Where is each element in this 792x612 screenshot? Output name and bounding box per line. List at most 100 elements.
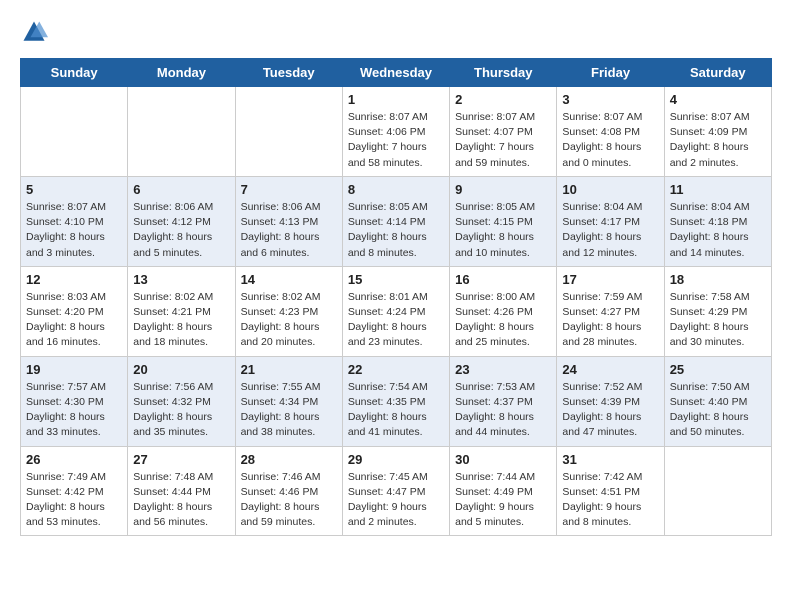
calendar-week-row: 1 Sunrise: 8:07 AM Sunset: 4:06 PM Daylig… (21, 87, 772, 177)
calendar-cell (21, 87, 128, 177)
day-number: 29 (348, 452, 444, 467)
calendar-week-row: 26 Sunrise: 7:49 AM Sunset: 4:42 PM Dayli… (21, 446, 772, 536)
calendar-cell: 15 Sunrise: 8:01 AM Sunset: 4:24 PM Dayli… (342, 266, 449, 356)
calendar-table: SundayMondayTuesdayWednesdayThursdayFrid… (20, 58, 772, 536)
calendar-cell: 31Sunrise: 7:42 AM Sunset: 4:51 PM Dayli… (557, 446, 664, 536)
header (20, 18, 772, 46)
calendar-cell: 25 Sunrise: 7:50 AM Sunset: 4:40 PM Dayli… (664, 356, 771, 446)
day-info: Sunrise: 7:49 AM Sunset: 4:42 PM Dayligh… (26, 470, 122, 531)
day-number: 16 (455, 272, 551, 287)
day-number: 24 (562, 362, 658, 377)
day-number: 3 (562, 92, 658, 107)
calendar-cell: 29 Sunrise: 7:45 AM Sunset: 4:47 PM Dayli… (342, 446, 449, 536)
calendar-cell: 6 Sunrise: 8:06 AM Sunset: 4:12 PM Daylig… (128, 176, 235, 266)
day-info: Sunrise: 8:00 AM Sunset: 4:26 PM Dayligh… (455, 290, 551, 351)
day-number: 9 (455, 182, 551, 197)
day-info: Sunrise: 8:04 AM Sunset: 4:18 PM Dayligh… (670, 200, 766, 261)
day-number: 21 (241, 362, 337, 377)
calendar-cell: 18 Sunrise: 7:58 AM Sunset: 4:29 PM Dayli… (664, 266, 771, 356)
calendar-cell: 20 Sunrise: 7:56 AM Sunset: 4:32 PM Dayli… (128, 356, 235, 446)
calendar-cell: 28Sunrise: 7:46 AM Sunset: 4:46 PM Dayli… (235, 446, 342, 536)
calendar-cell: 24 Sunrise: 7:52 AM Sunset: 4:39 PM Dayli… (557, 356, 664, 446)
day-number: 6 (133, 182, 229, 197)
calendar-cell: 2 Sunrise: 8:07 AM Sunset: 4:07 PM Daylig… (450, 87, 557, 177)
day-info: Sunrise: 7:57 AM Sunset: 4:30 PM Dayligh… (26, 380, 122, 441)
day-info: Sunrise: 8:07 AM Sunset: 4:07 PM Dayligh… (455, 110, 551, 171)
weekday-header-row: SundayMondayTuesdayWednesdayThursdayFrid… (21, 59, 772, 87)
day-info: Sunrise: 8:04 AM Sunset: 4:17 PM Dayligh… (562, 200, 658, 261)
calendar-cell: 27Sunrise: 7:48 AM Sunset: 4:44 PM Dayli… (128, 446, 235, 536)
day-info: Sunrise: 8:06 AM Sunset: 4:13 PM Dayligh… (241, 200, 337, 261)
day-info: Sunrise: 8:02 AM Sunset: 4:23 PM Dayligh… (241, 290, 337, 351)
calendar-cell: 12 Sunrise: 8:03 AM Sunset: 4:20 PM Dayli… (21, 266, 128, 356)
calendar-cell: 16 Sunrise: 8:00 AM Sunset: 4:26 PM Dayli… (450, 266, 557, 356)
day-number: 4 (670, 92, 766, 107)
calendar-cell: 11 Sunrise: 8:04 AM Sunset: 4:18 PM Dayli… (664, 176, 771, 266)
day-info: Sunrise: 7:56 AM Sunset: 4:32 PM Dayligh… (133, 380, 229, 441)
day-info: Sunrise: 7:53 AM Sunset: 4:37 PM Dayligh… (455, 380, 551, 441)
day-number: 25 (670, 362, 766, 377)
day-info: Sunrise: 7:55 AM Sunset: 4:34 PM Dayligh… (241, 380, 337, 441)
day-number: 18 (670, 272, 766, 287)
calendar-cell: 21 Sunrise: 7:55 AM Sunset: 4:34 PM Dayli… (235, 356, 342, 446)
day-number: 14 (241, 272, 337, 287)
calendar-cell: 13 Sunrise: 8:02 AM Sunset: 4:21 PM Dayli… (128, 266, 235, 356)
day-number: 15 (348, 272, 444, 287)
day-info: Sunrise: 8:07 AM Sunset: 4:09 PM Dayligh… (670, 110, 766, 171)
day-number: 23 (455, 362, 551, 377)
calendar-cell: 1 Sunrise: 8:07 AM Sunset: 4:06 PM Daylig… (342, 87, 449, 177)
calendar-cell: 5 Sunrise: 8:07 AM Sunset: 4:10 PM Daylig… (21, 176, 128, 266)
day-info: Sunrise: 7:58 AM Sunset: 4:29 PM Dayligh… (670, 290, 766, 351)
day-number: 20 (133, 362, 229, 377)
day-info: Sunrise: 7:48 AM Sunset: 4:44 PM Dayligh… (133, 470, 229, 531)
calendar-cell: 22 Sunrise: 7:54 AM Sunset: 4:35 PM Dayli… (342, 356, 449, 446)
page: SundayMondayTuesdayWednesdayThursdayFrid… (0, 0, 792, 554)
day-info: Sunrise: 8:07 AM Sunset: 4:10 PM Dayligh… (26, 200, 122, 261)
day-info: Sunrise: 7:50 AM Sunset: 4:40 PM Dayligh… (670, 380, 766, 441)
day-info: Sunrise: 7:52 AM Sunset: 4:39 PM Dayligh… (562, 380, 658, 441)
day-info: Sunrise: 7:45 AM Sunset: 4:47 PM Dayligh… (348, 470, 444, 531)
day-info: Sunrise: 8:06 AM Sunset: 4:12 PM Dayligh… (133, 200, 229, 261)
calendar-cell: 9Sunrise: 8:05 AM Sunset: 4:15 PM Daylig… (450, 176, 557, 266)
day-number: 31 (562, 452, 658, 467)
calendar-week-row: 5 Sunrise: 8:07 AM Sunset: 4:10 PM Daylig… (21, 176, 772, 266)
day-info: Sunrise: 8:03 AM Sunset: 4:20 PM Dayligh… (26, 290, 122, 351)
day-number: 22 (348, 362, 444, 377)
weekday-header: Saturday (664, 59, 771, 87)
weekday-header: Wednesday (342, 59, 449, 87)
day-info: Sunrise: 8:07 AM Sunset: 4:06 PM Dayligh… (348, 110, 444, 171)
day-number: 1 (348, 92, 444, 107)
day-info: Sunrise: 7:59 AM Sunset: 4:27 PM Dayligh… (562, 290, 658, 351)
calendar-cell: 30Sunrise: 7:44 AM Sunset: 4:49 PM Dayli… (450, 446, 557, 536)
calendar-cell: 8Sunrise: 8:05 AM Sunset: 4:14 PM Daylig… (342, 176, 449, 266)
weekday-header: Thursday (450, 59, 557, 87)
day-number: 2 (455, 92, 551, 107)
day-number: 28 (241, 452, 337, 467)
calendar-cell: 3 Sunrise: 8:07 AM Sunset: 4:08 PM Daylig… (557, 87, 664, 177)
logo-icon (20, 18, 48, 46)
calendar-cell: 10 Sunrise: 8:04 AM Sunset: 4:17 PM Dayli… (557, 176, 664, 266)
weekday-header: Monday (128, 59, 235, 87)
day-number: 19 (26, 362, 122, 377)
day-number: 10 (562, 182, 658, 197)
day-number: 7 (241, 182, 337, 197)
logo (20, 18, 52, 46)
day-number: 11 (670, 182, 766, 197)
day-number: 12 (26, 272, 122, 287)
weekday-header: Tuesday (235, 59, 342, 87)
day-number: 17 (562, 272, 658, 287)
day-number: 5 (26, 182, 122, 197)
day-info: Sunrise: 8:02 AM Sunset: 4:21 PM Dayligh… (133, 290, 229, 351)
calendar-week-row: 12 Sunrise: 8:03 AM Sunset: 4:20 PM Dayli… (21, 266, 772, 356)
weekday-header: Friday (557, 59, 664, 87)
day-info: Sunrise: 8:07 AM Sunset: 4:08 PM Dayligh… (562, 110, 658, 171)
calendar-cell (235, 87, 342, 177)
day-number: 8 (348, 182, 444, 197)
day-number: 13 (133, 272, 229, 287)
calendar-cell: 19 Sunrise: 7:57 AM Sunset: 4:30 PM Dayli… (21, 356, 128, 446)
calendar-cell: 26 Sunrise: 7:49 AM Sunset: 4:42 PM Dayli… (21, 446, 128, 536)
day-info: Sunrise: 8:01 AM Sunset: 4:24 PM Dayligh… (348, 290, 444, 351)
day-info: Sunrise: 7:54 AM Sunset: 4:35 PM Dayligh… (348, 380, 444, 441)
day-number: 26 (26, 452, 122, 467)
calendar-week-row: 19 Sunrise: 7:57 AM Sunset: 4:30 PM Dayli… (21, 356, 772, 446)
